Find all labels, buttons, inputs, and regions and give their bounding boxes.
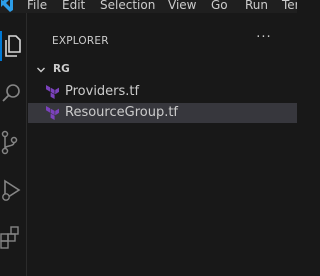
explorer-icon[interactable] [0, 31, 27, 61]
menu-file[interactable]: File [27, 0, 47, 13]
more-actions-button[interactable]: ··· [254, 31, 274, 49]
run-debug-icon[interactable] [0, 177, 27, 207]
menu-edit[interactable]: Edit [62, 0, 85, 13]
source-control-icon[interactable] [0, 129, 27, 159]
explorer-sidebar: EXPLORER ··· RG Providers.tf ResourceGro… [28, 13, 297, 276]
menu-go[interactable]: Go [211, 0, 228, 13]
terraform-icon [46, 85, 59, 99]
extensions-icon[interactable] [0, 223, 27, 253]
chevron-down-icon [37, 67, 45, 73]
vscode-logo-icon[interactable] [1, 0, 13, 12]
menu-bar: File Edit Selection View Go Run Ter [0, 0, 297, 13]
search-icon[interactable] [0, 79, 27, 109]
folder-header-rg[interactable]: RG [28, 62, 297, 78]
terraform-icon [46, 106, 59, 120]
file-name-providers: Providers.tf [65, 84, 140, 99]
activity-bar [0, 13, 27, 276]
explorer-title: EXPLORER [52, 35, 109, 47]
folder-name: RG [53, 63, 70, 75]
menu-view[interactable]: View [168, 0, 196, 13]
menu-selection[interactable]: Selection [100, 0, 155, 13]
file-item-providers[interactable]: Providers.tf [28, 82, 297, 102]
menu-terminal[interactable]: Ter [282, 0, 297, 13]
file-name-resourcegroup: ResourceGroup.tf [65, 105, 179, 120]
menu-run[interactable]: Run [245, 0, 268, 13]
file-item-resourcegroup[interactable]: ResourceGroup.tf [28, 103, 297, 123]
